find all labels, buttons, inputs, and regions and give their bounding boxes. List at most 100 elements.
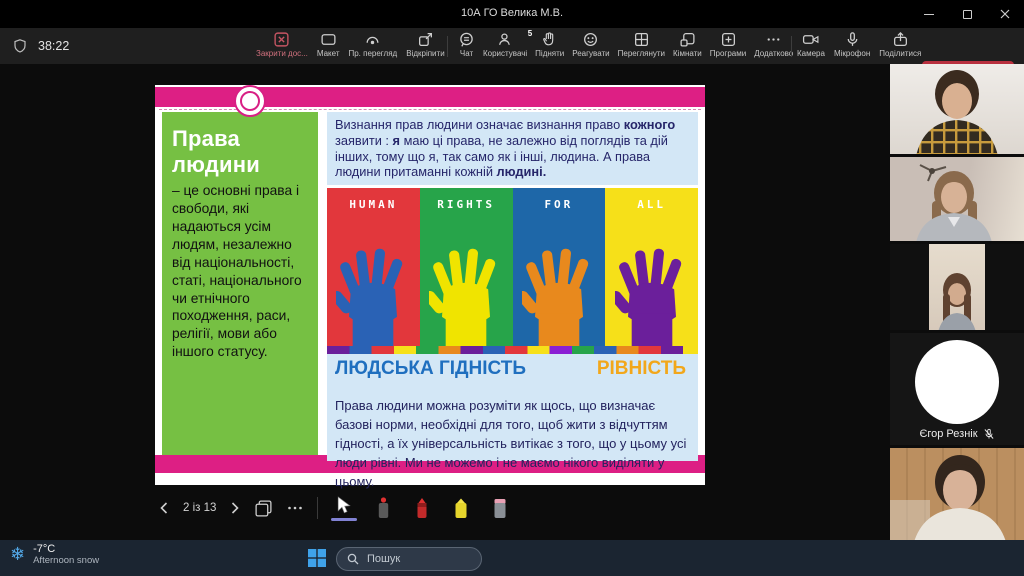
participant-name: Єгор Резнік (919, 428, 977, 440)
ellipsis-icon (765, 31, 782, 48)
presentation-slide: Права людини – це основні права і свобод… (155, 85, 705, 485)
close-icon (1000, 9, 1010, 19)
eraser-tool[interactable] (487, 490, 513, 526)
toolbar-divider (791, 36, 792, 57)
cursor-tool-selected[interactable] (331, 490, 357, 526)
share-icon (892, 31, 909, 48)
cursor-icon (336, 496, 352, 515)
participants-count-badge: 5 (528, 29, 532, 38)
participant-video (890, 448, 1024, 540)
slide-top-paragraph: Визнання прав людини означає визнання пр… (327, 112, 698, 185)
highlighter-tool[interactable] (448, 490, 474, 526)
raise-hand-icon (541, 31, 558, 48)
people-icon (497, 31, 514, 48)
participant-video-tile[interactable] (890, 157, 1024, 241)
participant-video-tile[interactable] (890, 64, 1024, 154)
shared-content-stage: Права людини – це основні права і свобод… (0, 64, 890, 540)
previous-slide-button[interactable] (158, 501, 170, 515)
teams-meeting-window: 10А ГО Велика М.В. 38:22 Закрити дос... … (0, 0, 1024, 576)
layout-button[interactable]: Макет (317, 28, 340, 64)
next-slide-button[interactable] (229, 501, 241, 515)
stop-presenting-button[interactable]: Закрити дос... (256, 28, 308, 64)
mic-muted-icon (983, 428, 995, 440)
presenter-divider (317, 497, 318, 519)
slide-bottom-paragraph: Права людини можна розуміти як щось, що … (335, 396, 693, 491)
toolbar-divider (447, 36, 448, 57)
presenter-toolbar: 2 із 13 (158, 488, 513, 528)
window-title: 10А ГО Велика М.В. (0, 7, 1024, 19)
search-input[interactable] (365, 552, 465, 566)
grid-view-icon (633, 31, 650, 48)
microphone-button[interactable]: Мікрофон (834, 28, 870, 64)
poster-panel-human: HUMAN (327, 188, 420, 346)
microphone-icon (844, 31, 861, 48)
pop-out-icon (417, 31, 434, 48)
windows-taskbar: ❄ -7°C Afternoon snow (0, 540, 1024, 576)
weather-widget[interactable]: ❄ -7°C Afternoon snow (10, 543, 99, 566)
window-titlebar: 10А ГО Велика М.В. (0, 0, 1024, 28)
participant-audio-tile[interactable]: Єгор Резнік (890, 333, 1024, 445)
banner-equality: РІВНІСТЬ (597, 358, 686, 380)
banner-human-dignity: ЛЮДСЬКА ГІДНІСТЬ (335, 358, 526, 380)
participant-video (890, 157, 1024, 241)
laser-pointer-icon (376, 497, 391, 519)
poster-panel-rights: RIGHTS (420, 188, 513, 346)
chat-icon (458, 31, 475, 48)
smiley-icon (582, 31, 599, 48)
private-view-icon (364, 31, 381, 48)
minimize-button[interactable] (910, 0, 948, 28)
more-button[interactable]: Додатково (754, 28, 793, 64)
eraser-icon (492, 497, 508, 519)
poster-panel-all: ALL (605, 188, 698, 346)
meeting-timer: 38:22 (38, 39, 69, 53)
meeting-toolbar: 38:22 Закрити дос... Макет Пр. перегляд … (0, 28, 1024, 64)
rooms-button[interactable]: Кімнати (673, 28, 702, 64)
taskbar-search[interactable] (336, 547, 482, 571)
raise-hand-button[interactable]: Підняти (535, 28, 564, 64)
snowflake-icon: ❄ (10, 544, 25, 565)
hand-icon (429, 232, 503, 346)
slide-definition-text: – це основні права і свободи, які надают… (172, 182, 308, 361)
pen-icon (414, 497, 430, 519)
close-document-icon (273, 31, 290, 48)
avatar (915, 340, 999, 424)
layout-icon (320, 31, 337, 48)
private-view-button[interactable]: Пр. перегляд (348, 28, 397, 64)
react-button[interactable]: Реагувати (572, 28, 609, 64)
presenter-more-button[interactable] (286, 499, 304, 517)
active-tool-underline (331, 518, 357, 521)
slide-grid-button[interactable] (254, 499, 273, 518)
participant-video (890, 64, 1024, 154)
view-button[interactable]: Переглянути (618, 28, 665, 64)
hand-icon (336, 232, 410, 346)
weather-temp: -7°C (33, 543, 99, 555)
unpin-button[interactable]: Відкріпити (406, 28, 444, 64)
pen-tool[interactable] (409, 490, 435, 526)
maximize-button[interactable] (948, 0, 986, 28)
camera-button[interactable]: Камера (797, 28, 825, 64)
add-app-icon (720, 31, 737, 48)
poster-panel-for: FOR (513, 188, 606, 346)
camera-icon (802, 31, 820, 48)
participant-video-tile[interactable] (890, 244, 1024, 330)
close-button[interactable] (986, 0, 1024, 28)
slide-bottom-panel: ЛЮДСЬКА ГІДНІСТЬ РІВНІСТЬ Права людини м… (327, 354, 698, 461)
chat-button[interactable]: Чат (458, 28, 475, 64)
weather-desc: Afternoon snow (33, 555, 99, 566)
participants-sidebar: Єгор Резнік (890, 64, 1024, 540)
highlighter-icon (452, 497, 470, 519)
shield-icon (12, 38, 28, 54)
search-icon (347, 553, 359, 565)
laser-pointer-tool[interactable] (370, 490, 396, 526)
participant-video (890, 244, 1024, 330)
rooms-icon (679, 31, 696, 48)
share-button[interactable]: Поділитися (879, 28, 921, 64)
start-button[interactable] (308, 549, 326, 567)
participant-video-tile[interactable] (890, 448, 1024, 540)
apps-button[interactable]: Програми (710, 28, 746, 64)
human-rights-poster: HUMAN RIGHTS FOR ALL (327, 188, 698, 346)
slide-circle-ornament (234, 85, 266, 117)
slide-definition-panel: Права людини – це основні права і свобод… (162, 112, 318, 455)
participants-button[interactable]: 5 Користувачі (483, 28, 527, 64)
color-strip (327, 346, 698, 354)
